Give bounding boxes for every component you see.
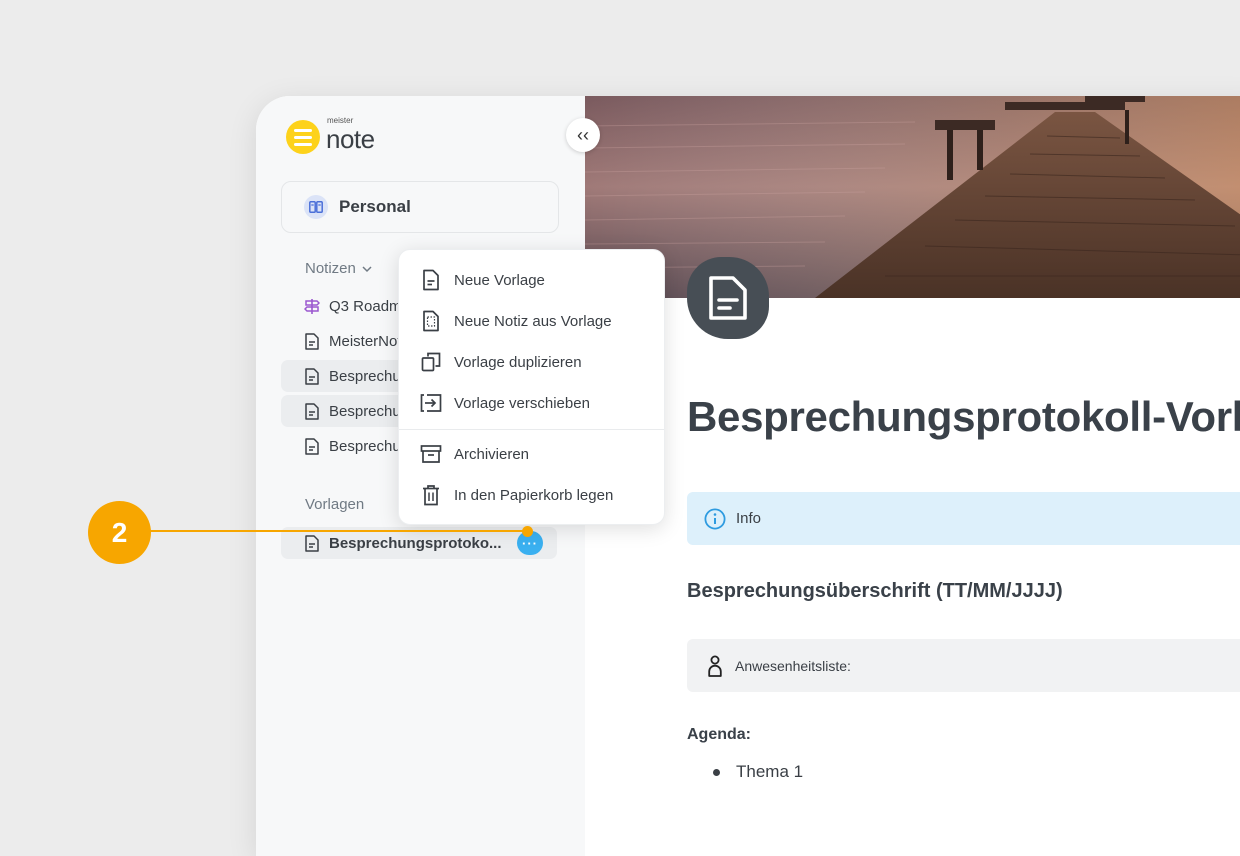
- callout-line: [150, 530, 526, 532]
- workspace-label: Personal: [339, 197, 411, 216]
- collapse-sidebar-button[interactable]: ‹‹: [566, 118, 600, 152]
- signpost-icon: [303, 298, 321, 315]
- logo: meister note: [286, 116, 375, 156]
- trash-icon: [420, 484, 442, 506]
- document-icon: [303, 402, 321, 420]
- menu-item-new-template[interactable]: Neue Vorlage: [399, 262, 664, 298]
- agenda-label[interactable]: Agenda:: [687, 726, 751, 744]
- menu-item-label: Vorlage verschieben: [454, 394, 590, 412]
- callout-endpoint: [522, 526, 533, 537]
- menu-item-label: Archivieren: [454, 445, 530, 463]
- meeting-heading[interactable]: Besprechungsüberschrift (TT/MM/JJJJ): [687, 580, 1063, 603]
- person-icon: [707, 655, 723, 677]
- book-icon: [304, 195, 328, 219]
- document-icon: [303, 534, 321, 552]
- main-content: Besprechungsprotokoll-Vorlage Info Bespr…: [585, 96, 1240, 856]
- archive-icon: [420, 444, 442, 464]
- workspace-selector[interactable]: Personal: [281, 181, 559, 233]
- notes-section-label: Notizen: [305, 260, 356, 277]
- menu-item-new-note-from-template[interactable]: Neue Notiz aus Vorlage: [399, 303, 664, 339]
- menu-divider: [399, 429, 664, 430]
- bullet-dot: [713, 768, 720, 776]
- menu-item-label: Neue Vorlage: [454, 271, 545, 289]
- document-icon: [303, 367, 321, 385]
- cover-image: [585, 96, 1240, 298]
- agenda-item-label: Thema 1: [736, 762, 804, 781]
- info-icon: [704, 507, 726, 530]
- menu-item-archive[interactable]: Archivieren: [399, 436, 664, 472]
- chevron-down-icon: [362, 260, 372, 277]
- document-icon: [303, 332, 321, 350]
- duplicate-icon: [420, 352, 442, 372]
- document-icon: [303, 437, 321, 455]
- menu-item-label: Vorlage duplizieren: [454, 353, 582, 371]
- page-document-icon[interactable]: [687, 257, 769, 339]
- menu-item-duplicate-template[interactable]: Vorlage duplizieren: [399, 344, 664, 380]
- attendance-block[interactable]: Anwesenheitsliste:: [687, 639, 1240, 692]
- info-callout[interactable]: Info: [687, 492, 1240, 545]
- page-title[interactable]: Besprechungsprotokoll-Vorlage: [687, 393, 1240, 441]
- sidebar-item-label: Besprechungsprotoko...: [329, 534, 502, 552]
- logo-icon: [286, 120, 320, 154]
- new-template-icon: [420, 269, 442, 291]
- logo-small-text: meister: [327, 116, 354, 125]
- agenda-item[interactable]: Thema 1: [713, 762, 803, 782]
- callout-badge: 2: [88, 501, 151, 564]
- attendance-label: Anwesenheitsliste:: [735, 657, 851, 674]
- templates-section-header[interactable]: Vorlagen: [305, 496, 364, 513]
- menu-item-label: In den Papierkorb legen: [454, 486, 614, 504]
- move-icon: [420, 393, 442, 413]
- info-label: Info: [736, 510, 762, 527]
- notes-section-header[interactable]: Notizen: [305, 260, 372, 277]
- double-chevron-left-icon: ‹‹: [577, 124, 589, 145]
- menu-item-move-to-trash[interactable]: In den Papierkorb legen: [399, 477, 664, 513]
- templates-section-label: Vorlagen: [305, 496, 365, 513]
- note-from-template-icon: [420, 310, 442, 332]
- menu-item-move-template[interactable]: Vorlage verschieben: [399, 385, 664, 421]
- context-menu: Neue Vorlage Neue Notiz aus Vorlage Vorl…: [398, 249, 665, 525]
- menu-item-label: Neue Notiz aus Vorlage: [454, 312, 612, 330]
